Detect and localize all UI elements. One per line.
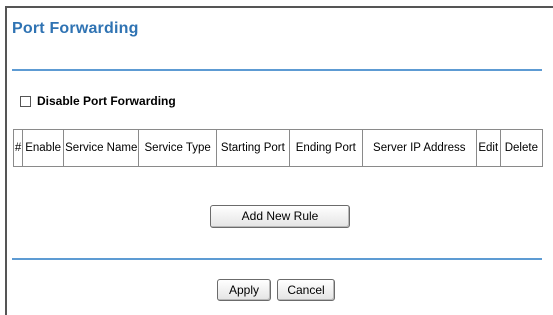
col-number-header: # xyxy=(12,129,24,167)
cancel-button[interactable]: Cancel xyxy=(277,279,335,301)
bottom-divider xyxy=(12,258,542,260)
col-enable-header: Enable xyxy=(22,129,65,167)
disable-port-forwarding-label: Disable Port Forwarding xyxy=(37,94,176,108)
col-service-name-header: Service Name xyxy=(63,129,140,167)
disable-port-forwarding-row: Disable Port Forwarding xyxy=(20,94,176,108)
col-delete-header: Delete xyxy=(499,129,544,167)
port-forwarding-table: # Enable Service Name Service Type Start… xyxy=(12,129,544,167)
page-title: Port Forwarding xyxy=(12,20,139,37)
add-new-rule-button[interactable]: Add New Rule xyxy=(210,205,350,228)
col-server-ip-header: Server IP Address xyxy=(361,129,477,167)
col-ending-port-header: Ending Port xyxy=(288,129,363,167)
col-edit-header: Edit xyxy=(475,129,501,167)
col-service-type-header: Service Type xyxy=(138,129,217,167)
apply-button[interactable]: Apply xyxy=(217,279,271,301)
top-divider xyxy=(12,69,542,71)
disable-port-forwarding-checkbox[interactable] xyxy=(20,95,31,107)
table-header-row: # Enable Service Name Service Type Start… xyxy=(12,129,544,167)
col-starting-port-header: Starting Port xyxy=(215,129,290,167)
